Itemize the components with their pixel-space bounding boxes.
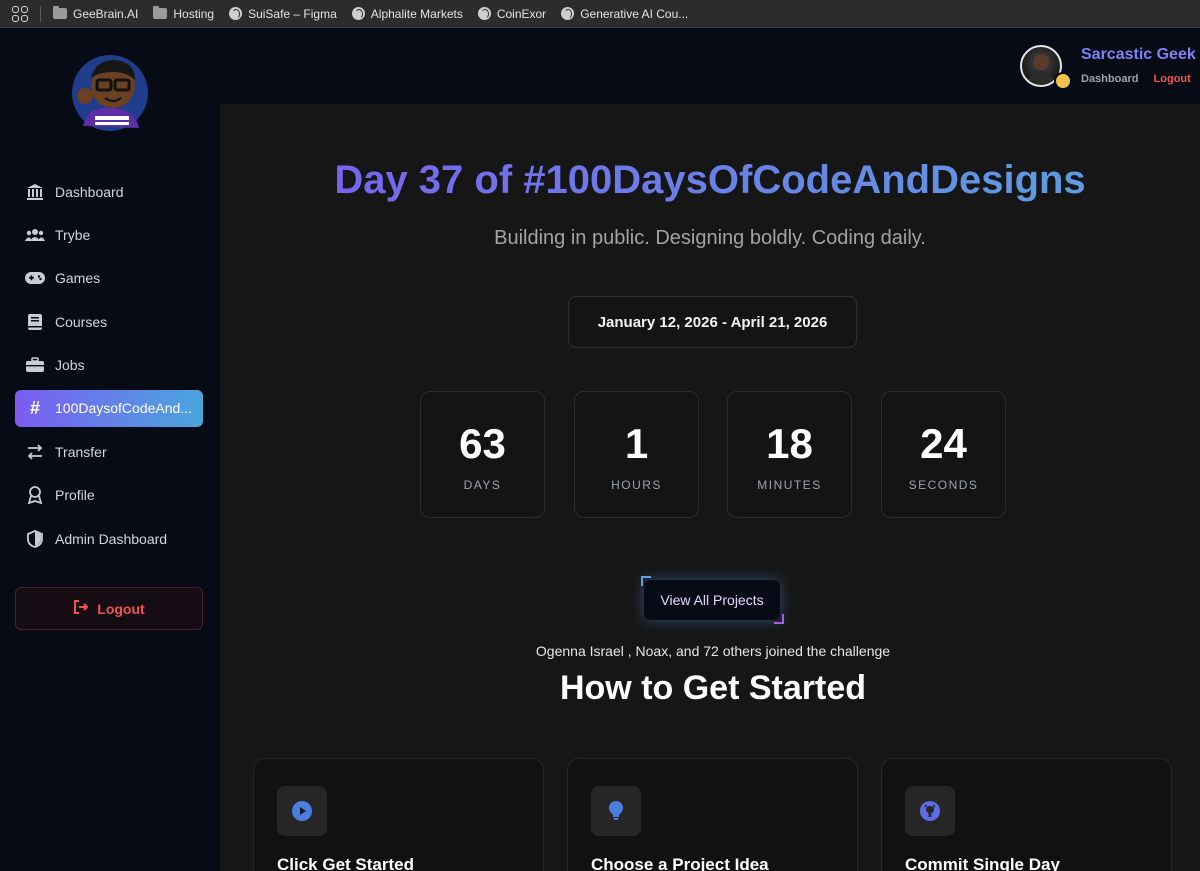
sidebar-item-label: Jobs <box>55 357 85 374</box>
countdown-seconds: 24 SECONDS <box>881 391 1006 518</box>
play-icon <box>277 786 327 836</box>
sidebar-item-label: Courses <box>55 313 108 330</box>
top-header: Sarcastic Geek Dashboard Logout <box>220 28 1200 104</box>
countdown-label: SECONDS <box>908 478 979 492</box>
sidebar-item-games[interactable]: Games <box>15 260 203 297</box>
countdown-value: 18 <box>766 420 813 467</box>
sidebar-item-label: Trybe <box>55 226 91 243</box>
sidebar-item-trybe[interactable]: Trybe <box>15 216 203 253</box>
globe-icon <box>229 7 243 20</box>
user-badge-icon <box>1054 72 1072 90</box>
user-name[interactable]: Sarcastic Geek <box>1081 46 1196 64</box>
bookmark-item[interactable]: Generative AI Cou... <box>561 7 688 21</box>
step-title: Click Get Started <box>277 855 414 871</box>
sidebar-item-100days[interactable]: # 100DaysofCodeAnd... <box>15 389 203 427</box>
header-dashboard-link[interactable]: Dashboard <box>1081 73 1138 85</box>
github-icon <box>905 786 955 836</box>
brand-logo-avatar[interactable] <box>65 48 155 138</box>
date-range-badge: January 12, 2026 - April 21, 2026 <box>568 296 857 348</box>
sidebar-item-label: Dashboard <box>55 183 124 200</box>
sidebar-item-courses[interactable]: Courses <box>15 303 203 340</box>
users-icon <box>25 225 45 245</box>
step-title: Commit Single Day <box>905 855 1060 871</box>
shield-icon <box>25 529 45 549</box>
button-corner-accent <box>774 614 784 624</box>
page-subtitle: Building in public. Designing boldly. Co… <box>494 227 926 249</box>
bookmarks-divider <box>40 5 41 22</box>
countdown-label: MINUTES <box>757 478 822 492</box>
bookmark-item[interactable]: SuiSafe – Figma <box>229 7 337 21</box>
user-links: Dashboard Logout <box>1081 73 1191 85</box>
countdown-value: 1 <box>624 420 649 467</box>
sign-out-icon <box>73 600 89 617</box>
globe-icon <box>477 7 491 20</box>
participants-text: Ogenna Israel , Noax, and 72 others join… <box>535 643 891 659</box>
sidebar-item-label: Games <box>55 270 101 287</box>
step-card[interactable]: Choose a Project Idea <box>567 758 858 871</box>
sidebar-logout-button[interactable]: Logout <box>15 587 203 630</box>
main-content: Day 37 of #100DaysOfCodeAndDesigns Build… <box>220 104 1200 871</box>
folder-icon <box>153 6 168 19</box>
header-logout-link[interactable]: Logout <box>1154 73 1191 85</box>
countdown-minutes: 18 MINUTES <box>727 391 852 518</box>
lightbulb-icon <box>591 786 641 836</box>
how-to-title: How to Get Started <box>559 669 867 707</box>
sidebar-item-transfer[interactable]: Transfer <box>15 433 203 470</box>
sidebar-item-jobs[interactable]: Jobs <box>15 347 203 384</box>
apps-grid-icon[interactable] <box>12 5 28 22</box>
sidebar-nav: Dashboard Trybe Games Courses Jobs # 100… <box>15 173 203 564</box>
bookmarks-bar: GeeBrain.AI Hosting SuiSafe – Figma Alph… <box>0 0 1200 28</box>
sidebar-item-label: 100DaysofCodeAnd... <box>55 400 192 417</box>
sidebar-item-label: Profile <box>55 487 95 504</box>
sidebar-item-dashboard[interactable]: Dashboard <box>15 173 203 210</box>
bookmark-item[interactable]: Alphalite Markets <box>351 7 463 21</box>
transfer-icon <box>25 442 45 462</box>
countdown-hours: 1 HOURS <box>574 391 699 518</box>
page-title: Day 37 of #100DaysOfCodeAndDesigns <box>220 158 1200 203</box>
gamepad-icon <box>25 268 45 288</box>
hashtag-icon: # <box>29 397 40 418</box>
sidebar-item-label: Admin Dashboard <box>55 530 168 547</box>
step-title: Choose a Project Idea <box>591 855 769 871</box>
bookmark-item[interactable]: Hosting <box>153 6 214 21</box>
globe-icon <box>351 7 365 20</box>
award-icon <box>25 485 45 505</box>
sidebar: Dashboard Trybe Games Courses Jobs # 100… <box>0 28 220 871</box>
countdown-label: HOURS <box>611 478 662 492</box>
bookmark-item[interactable]: GeeBrain.AI <box>53 6 138 21</box>
countdown-value: 24 <box>920 420 967 467</box>
view-all-projects-button[interactable]: View All Projects <box>644 580 780 620</box>
countdown-days: 63 DAYS <box>420 391 545 518</box>
bank-icon <box>25 182 45 202</box>
countdown-value: 63 <box>459 420 506 467</box>
bookmark-item[interactable]: CoinExor <box>477 7 546 21</box>
countdown-label: DAYS <box>463 478 502 492</box>
step-card[interactable]: Click Get Started <box>253 758 544 871</box>
briefcase-icon <box>25 355 45 375</box>
sidebar-item-admin-dashboard[interactable]: Admin Dashboard <box>15 520 203 557</box>
sidebar-item-profile[interactable]: Profile <box>15 477 203 514</box>
globe-icon <box>561 7 575 20</box>
book-icon <box>25 312 45 332</box>
folder-icon <box>53 6 67 19</box>
sidebar-item-label: Transfer <box>55 443 107 460</box>
step-card[interactable]: Commit Single Day <box>881 758 1172 871</box>
